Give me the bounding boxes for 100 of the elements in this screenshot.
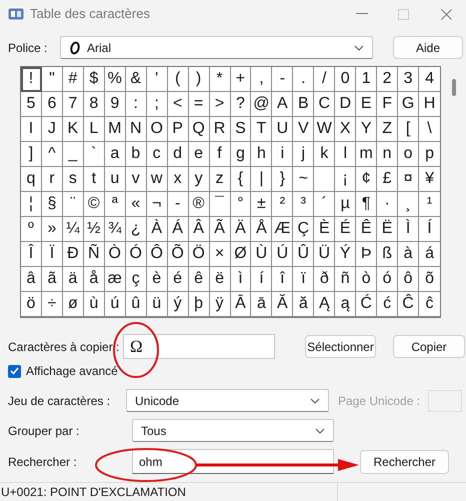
character-cell[interactable]: Y — [356, 117, 378, 142]
character-cell[interactable]: G — [398, 92, 420, 117]
character-cell[interactable]: ñ — [335, 267, 356, 292]
character-cell[interactable]: 5 — [21, 92, 42, 117]
character-cell[interactable]: ä — [62, 267, 84, 292]
character-cell[interactable]: Ú — [272, 242, 294, 267]
character-cell[interactable]: l — [335, 142, 356, 167]
character-cell[interactable]: - — [168, 192, 189, 217]
character-cell[interactable]: : — [126, 92, 147, 117]
character-cell[interactable]: á — [419, 242, 440, 267]
copy-button[interactable]: Copier — [393, 335, 465, 358]
character-cell[interactable]: W — [314, 117, 336, 142]
character-cell[interactable]: m — [356, 142, 378, 167]
character-cell[interactable]: ¼ — [62, 217, 84, 242]
character-cell[interactable]: é — [168, 267, 189, 292]
character-cell[interactable]: ' — [146, 67, 168, 92]
character-cell[interactable]: ¨ — [62, 192, 84, 217]
character-cell[interactable]: ) — [188, 67, 210, 92]
character-cell[interactable]: ¾ — [104, 217, 126, 242]
character-cell[interactable]: ÿ — [210, 292, 230, 317]
charset-dropdown[interactable]: Unicode — [126, 389, 329, 412]
character-cell[interactable]: ù — [84, 292, 105, 317]
font-dropdown[interactable]: Arial — [60, 36, 373, 59]
character-cell[interactable]: Â — [188, 217, 210, 242]
character-cell[interactable]: 2 — [377, 67, 398, 92]
character-cell[interactable]: » — [42, 217, 63, 242]
copy-field[interactable]: Ω — [123, 334, 275, 359]
character-cell[interactable]: µ — [335, 192, 356, 217]
character-cell[interactable]: z — [210, 167, 230, 192]
character-cell[interactable]: " — [42, 67, 63, 92]
character-cell[interactable]: ¤ — [398, 167, 420, 192]
character-cell[interactable]: ß — [377, 242, 398, 267]
close-icon[interactable] — [441, 8, 452, 20]
character-cell[interactable]: 6 — [42, 92, 63, 117]
character-cell[interactable]: L — [84, 117, 105, 142]
character-cell[interactable]: Ĉ — [398, 292, 420, 317]
character-cell[interactable]: ð — [314, 267, 336, 292]
character-cell[interactable]: j — [293, 142, 314, 167]
character-cell[interactable]: æ — [104, 267, 126, 292]
character-cell[interactable]: & — [126, 67, 147, 92]
character-cell[interactable]: å — [84, 267, 105, 292]
scrollbar-thumb[interactable] — [452, 79, 456, 96]
character-cell[interactable]: ą — [335, 292, 356, 317]
character-cell[interactable]: n — [377, 142, 398, 167]
character-cell[interactable]: Ç — [293, 217, 314, 242]
character-cell[interactable]: è — [146, 267, 168, 292]
character-cell[interactable]: Ą — [314, 292, 336, 317]
character-cell[interactable]: Õ — [168, 242, 189, 267]
character-cell[interactable]: º — [21, 217, 42, 242]
character-cell[interactable]: ô — [398, 267, 420, 292]
character-cell[interactable]: ç — [126, 267, 147, 292]
character-cell[interactable]: o — [398, 142, 420, 167]
minimize-icon[interactable] — [356, 13, 368, 15]
character-cell[interactable]: Ā — [230, 292, 252, 317]
character-cell[interactable]: H — [419, 92, 440, 117]
character-cell[interactable]: Ï — [42, 242, 63, 267]
advanced-view-checkbox[interactable] — [8, 364, 21, 378]
character-cell[interactable]: £ — [377, 167, 398, 192]
character-cell[interactable]: 7 — [62, 92, 84, 117]
character-cell[interactable]: a — [104, 142, 126, 167]
character-cell[interactable]: Ã — [210, 217, 230, 242]
character-cell[interactable]: b — [126, 142, 147, 167]
character-cell[interactable]: X — [335, 117, 356, 142]
character-cell[interactable]: } — [272, 167, 294, 192]
character-cell[interactable]: q — [21, 167, 42, 192]
character-cell[interactable]: û — [126, 292, 147, 317]
character-cell[interactable]: ö — [21, 292, 42, 317]
character-cell[interactable]: È — [314, 217, 336, 242]
character-cell[interactable]: e — [188, 142, 210, 167]
character-cell[interactable]: ¢ — [356, 167, 378, 192]
character-cell[interactable]: ± — [251, 192, 272, 217]
character-cell[interactable]: 4 — [419, 67, 440, 92]
character-cell[interactable]: ? — [230, 92, 252, 117]
character-cell[interactable]: x — [168, 167, 189, 192]
character-cell[interactable]: õ — [419, 267, 440, 292]
character-cell[interactable]: ¶ — [356, 192, 378, 217]
character-cell[interactable]: v — [126, 167, 147, 192]
help-button[interactable]: Aide — [393, 36, 463, 59]
character-cell[interactable]: u — [104, 167, 126, 192]
select-button[interactable]: Sélectionner — [305, 335, 376, 358]
character-cell[interactable]: Ć — [356, 292, 378, 317]
character-cell[interactable]: # — [62, 67, 84, 92]
character-cell[interactable]: Þ — [356, 242, 378, 267]
character-cell[interactable]: ã — [42, 267, 63, 292]
character-cell[interactable]: O — [146, 117, 168, 142]
character-cell[interactable]: + — [230, 67, 252, 92]
character-cell[interactable]: ! — [21, 67, 42, 92]
character-cell[interactable]: À — [146, 217, 168, 242]
character-cell[interactable]: Ù — [251, 242, 272, 267]
character-cell[interactable]: Q — [188, 117, 210, 142]
character-cell[interactable]: ¯ — [210, 192, 230, 217]
character-cell[interactable]: ¡ — [335, 167, 356, 192]
character-cell[interactable]: É — [335, 217, 356, 242]
character-cell[interactable]: ì — [230, 267, 252, 292]
character-cell[interactable]: Å — [251, 217, 272, 242]
character-cell[interactable]: . — [293, 67, 314, 92]
character-cell[interactable]: ] — [21, 142, 42, 167]
character-cell[interactable]: Ë — [377, 217, 398, 242]
character-cell[interactable]: 3 — [398, 67, 420, 92]
character-cell[interactable]: 0 — [335, 67, 356, 92]
